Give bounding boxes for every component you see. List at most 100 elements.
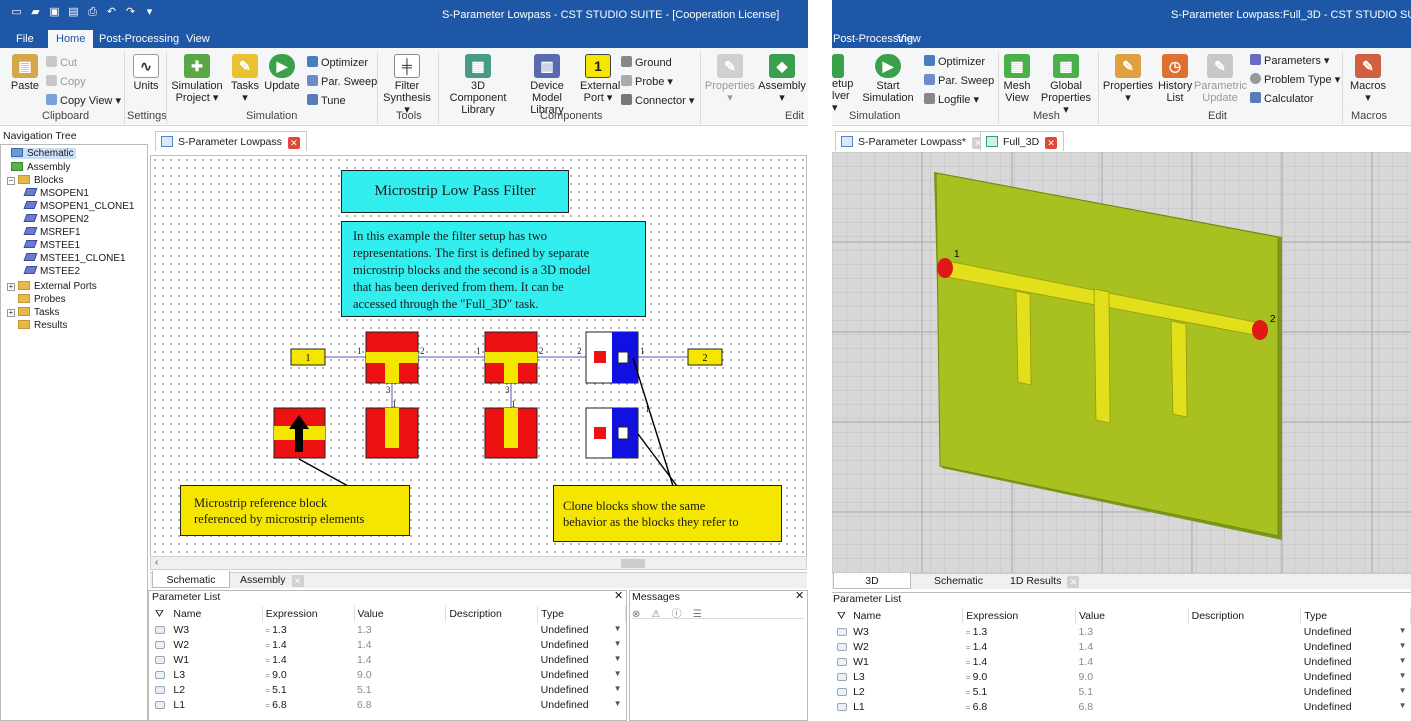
param-type[interactable]: Undefined ▼ <box>538 652 626 667</box>
column-header[interactable]: Name <box>850 608 964 624</box>
connector-button[interactable]: Connector ▾ <box>621 94 694 107</box>
param-description[interactable] <box>1188 639 1301 654</box>
redo-icon[interactable]: ↷ <box>124 6 137 19</box>
warning-icon[interactable]: ⚠ <box>652 609 661 620</box>
param-type[interactable]: Undefined ▼ <box>1301 654 1411 669</box>
close-icon[interactable]: ✕ <box>1045 137 1058 149</box>
param-description[interactable] <box>1188 624 1301 639</box>
collapse-icon[interactable]: − <box>7 177 15 185</box>
chevron-down-icon[interactable]: ▼ <box>1399 671 1407 680</box>
par-sweep-button[interactable]: Par. Sweep <box>307 75 377 88</box>
tree-item-external-ports[interactable]: + External Ports <box>7 281 97 292</box>
ground-button[interactable]: Ground <box>621 56 672 69</box>
close-icon[interactable]: ✕ <box>291 575 304 587</box>
tree-item-block[interactable]: MSOPEN2 <box>23 214 89 225</box>
param-expression[interactable]: = 1.3 <box>262 622 354 637</box>
tasks-button[interactable]: ✎ Tasks ▾ <box>230 54 260 104</box>
param-description[interactable] <box>1188 699 1301 714</box>
history-list-button[interactable]: ◷ History List <box>1158 54 1192 104</box>
start-simulation-button[interactable]: ▶ Start Simulation <box>862 54 914 104</box>
param-type[interactable]: Undefined ▼ <box>538 697 626 712</box>
parametric-update-button[interactable]: ✎ Parametric Update <box>1194 54 1247 104</box>
device-model-library-button[interactable]: ▥ Device Model Library <box>514 54 580 116</box>
horizontal-scrollbar[interactable]: ‹ <box>150 556 807 570</box>
param-type[interactable]: Undefined ▼ <box>538 667 626 682</box>
clear-icon[interactable]: ⊗ <box>632 609 640 620</box>
copy-button[interactable]: Copy <box>46 75 86 88</box>
chevron-down-icon[interactable]: ▼ <box>1399 626 1407 635</box>
simulation-project-button[interactable]: ✚ Simulation Project ▾ <box>170 54 224 104</box>
param-expression[interactable]: = 9.0 <box>963 669 1076 684</box>
menu-home[interactable]: Home <box>48 30 94 48</box>
table-row[interactable]: W3 = 1.3 1.3 Undefined ▼ <box>834 624 1411 639</box>
tree-item-blocks[interactable]: − Blocks <box>7 175 63 186</box>
copy-view-button[interactable]: Copy View ▾ <box>46 94 121 107</box>
param-expression[interactable]: = 5.1 <box>262 682 354 697</box>
column-header[interactable]: Value <box>354 606 447 622</box>
tree-item-block[interactable]: MSOPEN1 <box>23 188 89 199</box>
column-header[interactable]: Type <box>1300 608 1411 624</box>
expand-icon[interactable]: + <box>7 309 15 317</box>
tree-item-block[interactable]: MSREF1 <box>23 227 81 238</box>
param-description[interactable] <box>1188 669 1301 684</box>
param-expression[interactable]: = 5.1 <box>963 684 1076 699</box>
close-icon[interactable]: ✕ <box>1067 576 1080 588</box>
parameters-button[interactable]: Parameters ▾ <box>1250 54 1329 67</box>
units-button[interactable]: ∿ Units <box>130 54 162 92</box>
param-description[interactable] <box>446 682 538 697</box>
optimizer-button[interactable]: Optimizer <box>924 55 985 68</box>
optimizer-button[interactable]: Optimizer <box>307 56 368 69</box>
table-row[interactable]: L2 = 5.1 5.1 Undefined ▼ <box>834 684 1411 699</box>
scrollbar-thumb[interactable] <box>621 559 645 568</box>
print-icon[interactable]: ⎙ <box>86 6 99 19</box>
tree-item-tasks[interactable]: + Tasks <box>7 307 60 318</box>
stub-3[interactable] <box>1170 320 1188 418</box>
param-description[interactable] <box>446 622 538 637</box>
save-icon[interactable]: ▣ <box>48 6 61 19</box>
properties-button[interactable]: ✎ Properties ▾ <box>704 54 756 104</box>
scroll-left-icon[interactable]: ‹ <box>155 557 158 568</box>
3d-component-library-button[interactable]: ▦ 3D Component Library <box>442 54 514 116</box>
filter-synthesis-button[interactable]: ╪ Filter Synthesis ▾ <box>382 54 432 116</box>
column-header[interactable]: Name <box>170 606 263 622</box>
tree-item-probes[interactable]: Probes <box>18 294 66 305</box>
param-type[interactable]: Undefined ▼ <box>1301 699 1411 714</box>
properties-button[interactable]: ✎ Properties ▾ <box>1102 54 1154 104</box>
param-description[interactable] <box>446 637 538 652</box>
table-row[interactable]: L1 = 6.8 6.8 Undefined ▼ <box>834 699 1411 714</box>
tree-item-results[interactable]: Results <box>18 320 67 331</box>
setup-solver-button[interactable]: etup lver ▾ <box>832 54 854 114</box>
column-header[interactable]: Value <box>1075 608 1189 624</box>
info-icon[interactable]: ⓘ <box>672 609 682 620</box>
msopen1-clone-block[interactable] <box>585 407 639 459</box>
param-type[interactable]: Undefined ▼ <box>1301 684 1411 699</box>
tab-schematic[interactable]: Schematic <box>152 571 230 588</box>
table-row[interactable]: L3 = 9.0 9.0 Undefined ▼ <box>152 667 626 682</box>
paste-button[interactable]: ▤ Paste <box>9 54 41 92</box>
close-icon[interactable]: ✕ <box>795 589 804 602</box>
chevron-down-icon[interactable]: ▼ <box>614 639 622 648</box>
menu-view[interactable]: View <box>186 33 210 45</box>
table-row[interactable]: W2 = 1.4 1.4 Undefined ▼ <box>152 637 626 652</box>
table-row[interactable]: L2 = 5.1 5.1 Undefined ▼ <box>152 682 626 697</box>
par-sweep-button[interactable]: Par. Sweep <box>924 74 994 87</box>
param-type[interactable]: Undefined ▼ <box>538 637 626 652</box>
param-description[interactable] <box>1188 654 1301 669</box>
param-expression[interactable]: = 6.8 <box>963 699 1076 714</box>
chevron-down-icon[interactable]: ▼ <box>1399 701 1407 710</box>
column-header[interactable]: Expression <box>962 608 1076 624</box>
close-icon[interactable]: ✕ <box>614 589 623 602</box>
tree-item-schematic[interactable]: Schematic <box>11 148 76 159</box>
chevron-down-icon[interactable]: ▼ <box>1399 656 1407 665</box>
stub-1[interactable] <box>1015 290 1032 386</box>
param-expression[interactable]: = 1.4 <box>963 639 1076 654</box>
msref1-block[interactable] <box>273 407 326 459</box>
expand-icon[interactable]: + <box>7 283 15 291</box>
undo-icon[interactable]: ↶ <box>105 6 118 19</box>
tab-schematic[interactable]: Schematic <box>934 575 983 587</box>
column-header[interactable]: Expression <box>262 606 355 622</box>
customize-icon[interactable]: ▾ <box>143 6 156 19</box>
problem-type-button[interactable]: Problem Type ▾ <box>1250 73 1340 86</box>
chevron-down-icon[interactable]: ▼ <box>1399 686 1407 695</box>
param-type[interactable]: Undefined ▼ <box>1301 624 1411 639</box>
